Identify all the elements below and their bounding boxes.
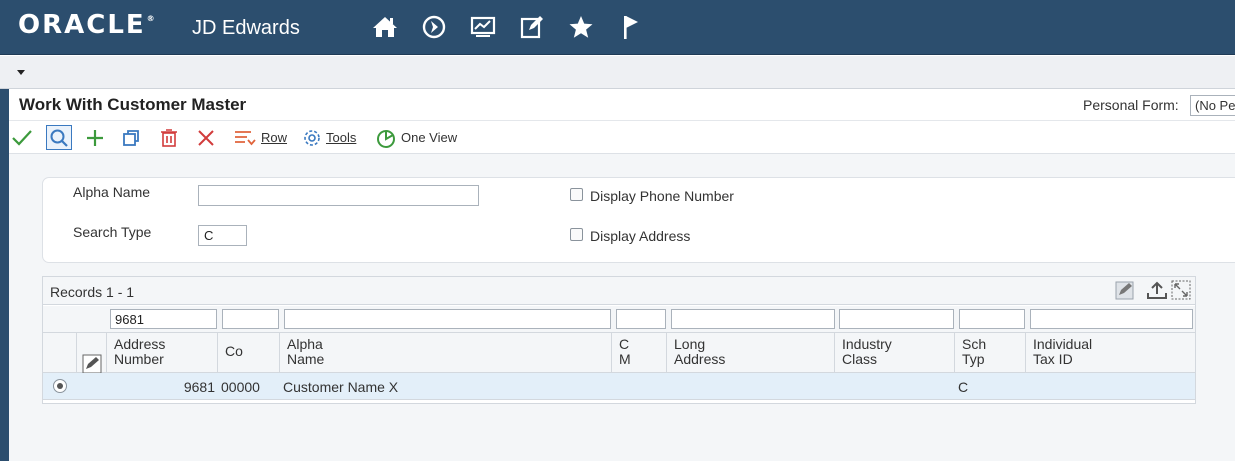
registered-mark: ® xyxy=(146,14,157,23)
chevron-down-icon[interactable] xyxy=(16,67,26,77)
display-address-label: Display Address xyxy=(590,228,691,244)
edit-icon[interactable] xyxy=(519,14,545,40)
personal-form-label: Personal Form: xyxy=(1083,97,1179,113)
page-title: Work With Customer Master xyxy=(19,95,247,114)
select-column-header xyxy=(43,333,77,373)
copy-icon xyxy=(123,129,139,146)
home-icon[interactable] xyxy=(372,14,398,40)
results-grid: Records 1 - 1 Add xyxy=(42,276,1196,404)
grid-row-edit-header[interactable] xyxy=(77,333,107,374)
cell-address-number: 9681 xyxy=(183,379,215,395)
qbe-industry-class[interactable] xyxy=(839,309,954,329)
records-count: Records 1 - 1 xyxy=(50,284,135,300)
display-phone-checkbox[interactable] xyxy=(570,188,583,201)
col-long-address[interactable]: Long Address xyxy=(667,333,835,373)
col-co[interactable]: Co xyxy=(218,333,280,373)
tools-menu-button[interactable]: Tools xyxy=(302,125,356,150)
qbe-co[interactable] xyxy=(222,309,279,329)
pie-chart-icon xyxy=(377,129,395,148)
gear-icon xyxy=(304,129,320,146)
grid-edit-icon xyxy=(1115,281,1134,300)
oracle-logo: ORACLE® xyxy=(18,10,157,40)
alpha-name-input[interactable] xyxy=(198,185,479,206)
search-type-label: Search Type xyxy=(73,224,152,240)
grid-header: Records 1 - 1 xyxy=(43,277,1195,305)
form-toolbar: Row Tools One View xyxy=(9,121,1235,154)
row-exit-icon xyxy=(235,130,256,145)
find-button[interactable] xyxy=(46,125,72,150)
export-button[interactable] xyxy=(1146,279,1168,301)
flag-icon[interactable] xyxy=(617,14,643,40)
qbe-cm[interactable] xyxy=(616,309,666,329)
favorites-icon[interactable] xyxy=(568,14,594,40)
row-menu-label: Row xyxy=(261,130,288,145)
display-address-checkbox[interactable] xyxy=(570,228,583,241)
upload-icon xyxy=(1147,281,1167,299)
qbe-tax-id[interactable] xyxy=(1030,309,1193,329)
column-header-row: Address Number Co Alpha Name C M Long Ad… xyxy=(43,333,1195,374)
row-edit-icon xyxy=(82,354,102,374)
navigator-icon[interactable] xyxy=(421,14,447,40)
col-cm[interactable]: C M xyxy=(612,333,667,373)
cell-alpha-name: Customer Name X xyxy=(283,379,399,395)
cell-sch-typ: C xyxy=(958,379,969,395)
alpha-name-label: Alpha Name xyxy=(73,184,151,200)
maximize-grid-button[interactable] xyxy=(1171,279,1191,301)
add-button[interactable] xyxy=(85,125,107,150)
col-alpha-name[interactable]: Alpha Name xyxy=(280,333,612,373)
cell-co: 00000 xyxy=(221,379,260,395)
checkmark-icon xyxy=(12,129,32,146)
row-select-radio[interactable] xyxy=(53,379,67,393)
col-industry-class[interactable]: Industry Class xyxy=(835,333,955,373)
plus-icon xyxy=(87,129,103,146)
trash-icon xyxy=(161,128,177,147)
tools-menu-label: Tools xyxy=(326,130,357,145)
oracle-logo-text: ORACLE xyxy=(18,10,146,40)
qbe-long-address[interactable] xyxy=(671,309,835,329)
copy-button[interactable] xyxy=(121,125,143,150)
qbe-address-number[interactable] xyxy=(110,309,217,329)
search-type-input[interactable] xyxy=(198,225,247,246)
query-by-example-row xyxy=(43,306,1195,333)
table-row[interactable]: 9681 00000 Customer Name X C xyxy=(43,373,1195,400)
row-menu-button[interactable]: Row xyxy=(233,125,287,150)
col-tax-id[interactable]: Individual Tax ID xyxy=(1026,333,1195,373)
left-rail xyxy=(0,89,9,461)
secondary-bar xyxy=(0,56,1235,89)
qbe-alpha-name[interactable] xyxy=(284,309,611,329)
top-banner: ORACLE® JD Edwards xyxy=(0,0,1235,55)
delete-button[interactable] xyxy=(160,125,182,150)
banner-nav xyxy=(372,14,666,40)
search-criteria-panel: Alpha Name Search Type Display Phone Num… xyxy=(42,177,1235,263)
search-icon xyxy=(50,129,68,147)
close-icon xyxy=(198,129,214,146)
one-view-label: One View xyxy=(401,130,458,145)
ok-button[interactable] xyxy=(11,125,35,150)
personal-form-select[interactable]: (No Pe xyxy=(1190,95,1235,116)
product-name: JD Edwards xyxy=(192,17,300,39)
grid-edit-button[interactable] xyxy=(1115,279,1135,301)
title-bar: Work With Customer Master Personal Form:… xyxy=(9,89,1235,121)
col-sch-typ[interactable]: Sch Typ xyxy=(955,333,1026,373)
display-phone-label: Display Phone Number xyxy=(590,188,734,204)
one-view-button[interactable]: One View xyxy=(375,125,457,150)
main-content: Work With Customer Master Personal Form:… xyxy=(9,89,1235,461)
col-address-number[interactable]: Address Number xyxy=(107,333,218,373)
close-button[interactable] xyxy=(196,125,218,150)
maximize-icon xyxy=(1171,280,1191,300)
qbe-sch-typ[interactable] xyxy=(959,309,1025,329)
analytics-icon[interactable] xyxy=(470,14,496,40)
